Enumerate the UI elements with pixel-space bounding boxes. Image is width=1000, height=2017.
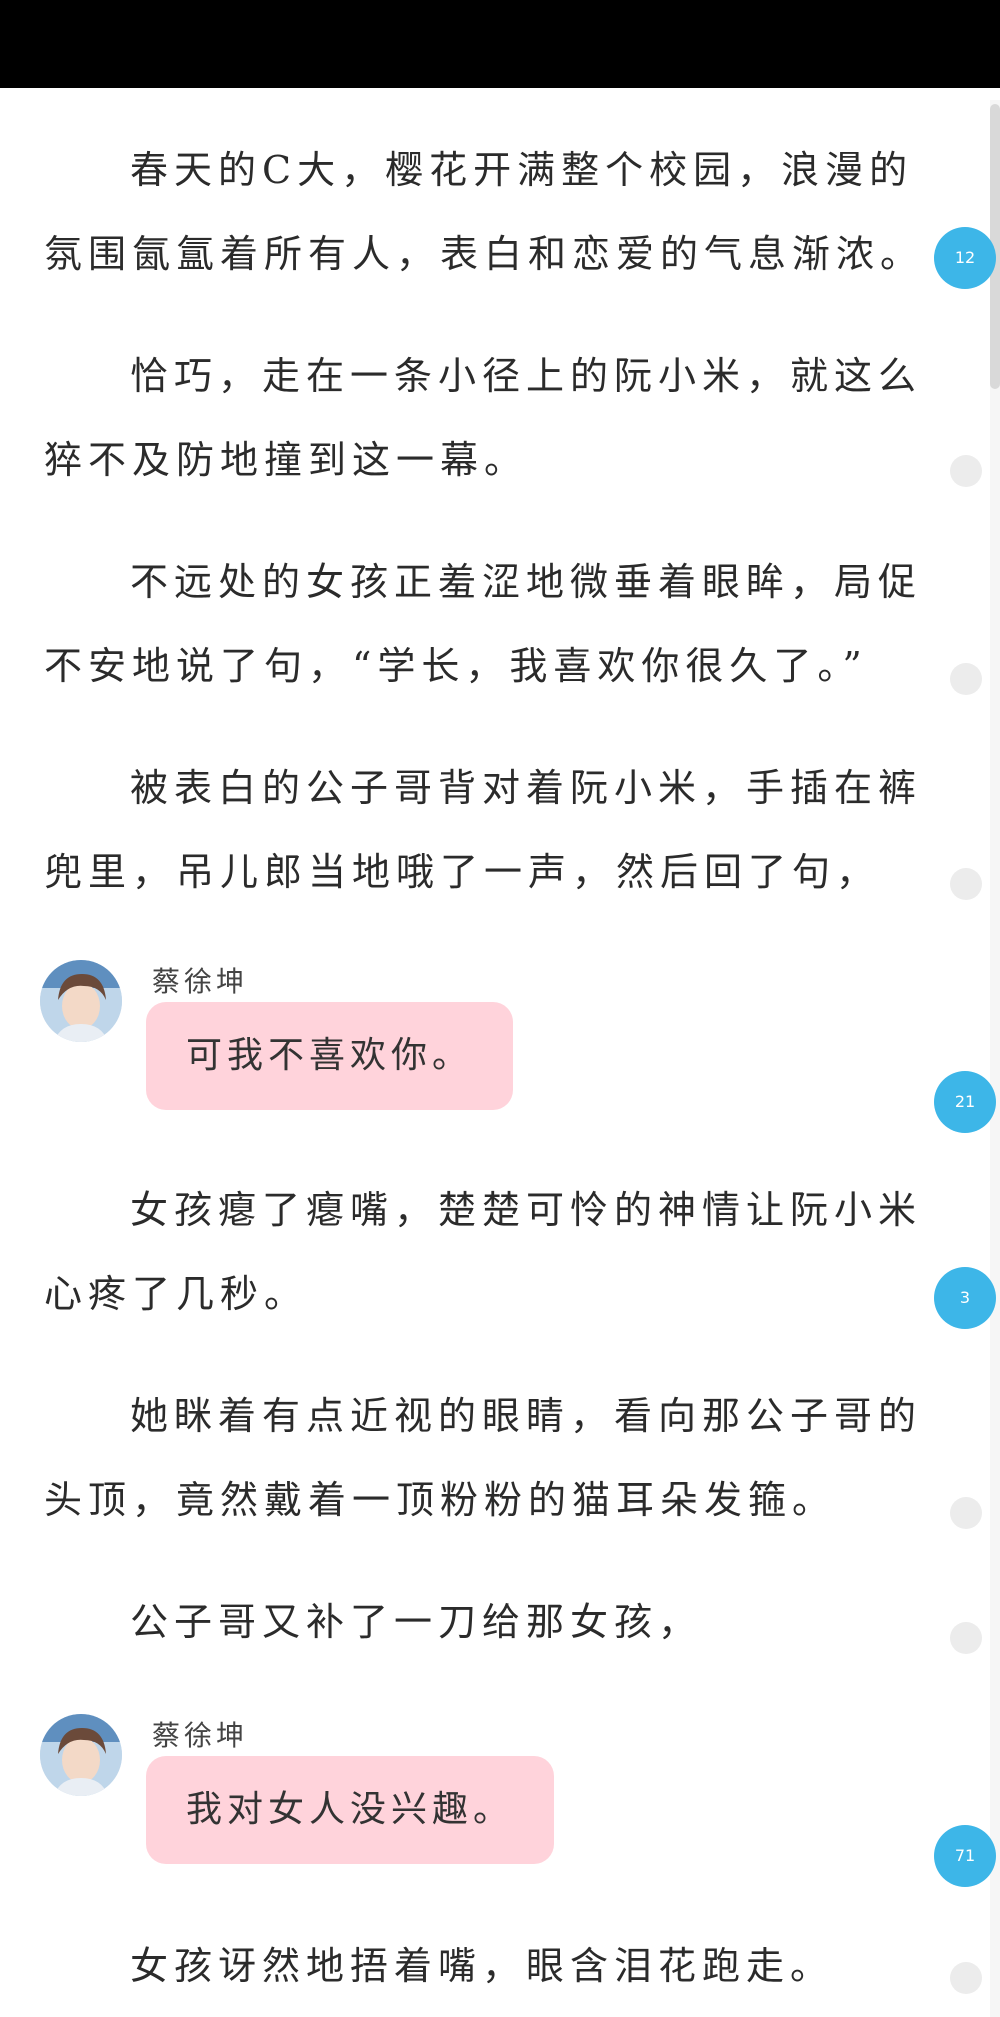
comment-count-badge[interactable]: 12 bbox=[934, 227, 996, 289]
comment-dot-icon[interactable] bbox=[950, 663, 982, 695]
chat-bubble: 我对女人没兴趣。 bbox=[146, 1756, 555, 1864]
avatar[interactable] bbox=[40, 1714, 122, 1796]
story-paragraph-5: 女孩瘪了瘪嘴，楚楚可怜的神情让阮小米心疼了几秒。 bbox=[44, 1188, 923, 1316]
avatar-portrait-icon bbox=[40, 960, 122, 1042]
story-paragraph-4: 被表白的公子哥背对着阮小米，手插在裤兜里，吊儿郎当地哦了一声，然后回了句， bbox=[44, 766, 923, 894]
comment-dot-icon[interactable] bbox=[950, 455, 982, 487]
avatar[interactable] bbox=[40, 960, 122, 1042]
story-paragraph-1: 春天的C大，樱花开满整个校园，浪漫的氛围氤氲着所有人，表白和恋爱的气息渐浓。 bbox=[44, 148, 925, 276]
chat-bubble: 可我不喜欢你。 bbox=[146, 1002, 514, 1110]
comment-dot-icon[interactable] bbox=[950, 1962, 982, 1994]
story-paragraph-6: 她眯着有点近视的眼睛，看向那公子哥的头顶，竟然戴着一顶粉粉的猫耳朵发箍。 bbox=[44, 1394, 923, 1522]
comment-count-badge[interactable]: 71 bbox=[934, 1825, 996, 1887]
story-paragraph-7: 公子哥又补了一刀给那女孩， bbox=[130, 1600, 703, 1644]
sender-name: 蔡徐坤 bbox=[152, 1719, 249, 1752]
avatar-portrait-icon bbox=[40, 1714, 122, 1796]
story-paragraph-8: 女孩讶然地捂着嘴，眼含泪花跑走。 bbox=[130, 1944, 835, 1988]
comment-count-badge[interactable]: 3 bbox=[934, 1267, 996, 1329]
comment-dot-icon[interactable] bbox=[950, 868, 982, 900]
story-paragraph-2: 恰巧，走在一条小径上的阮小米，就这么猝不及防地撞到这一幕。 bbox=[44, 354, 923, 482]
sender-name: 蔡徐坤 bbox=[152, 965, 249, 998]
comment-count-badge[interactable]: 21 bbox=[934, 1071, 996, 1133]
story-paragraph-3: 不远处的女孩正羞涩地微垂着眼眸，局促不安地说了句，“学长，我喜欢你很久了。” bbox=[44, 560, 923, 688]
comment-dot-icon[interactable] bbox=[950, 1622, 982, 1654]
comment-dot-icon[interactable] bbox=[950, 1497, 982, 1529]
status-bar bbox=[0, 0, 1000, 88]
